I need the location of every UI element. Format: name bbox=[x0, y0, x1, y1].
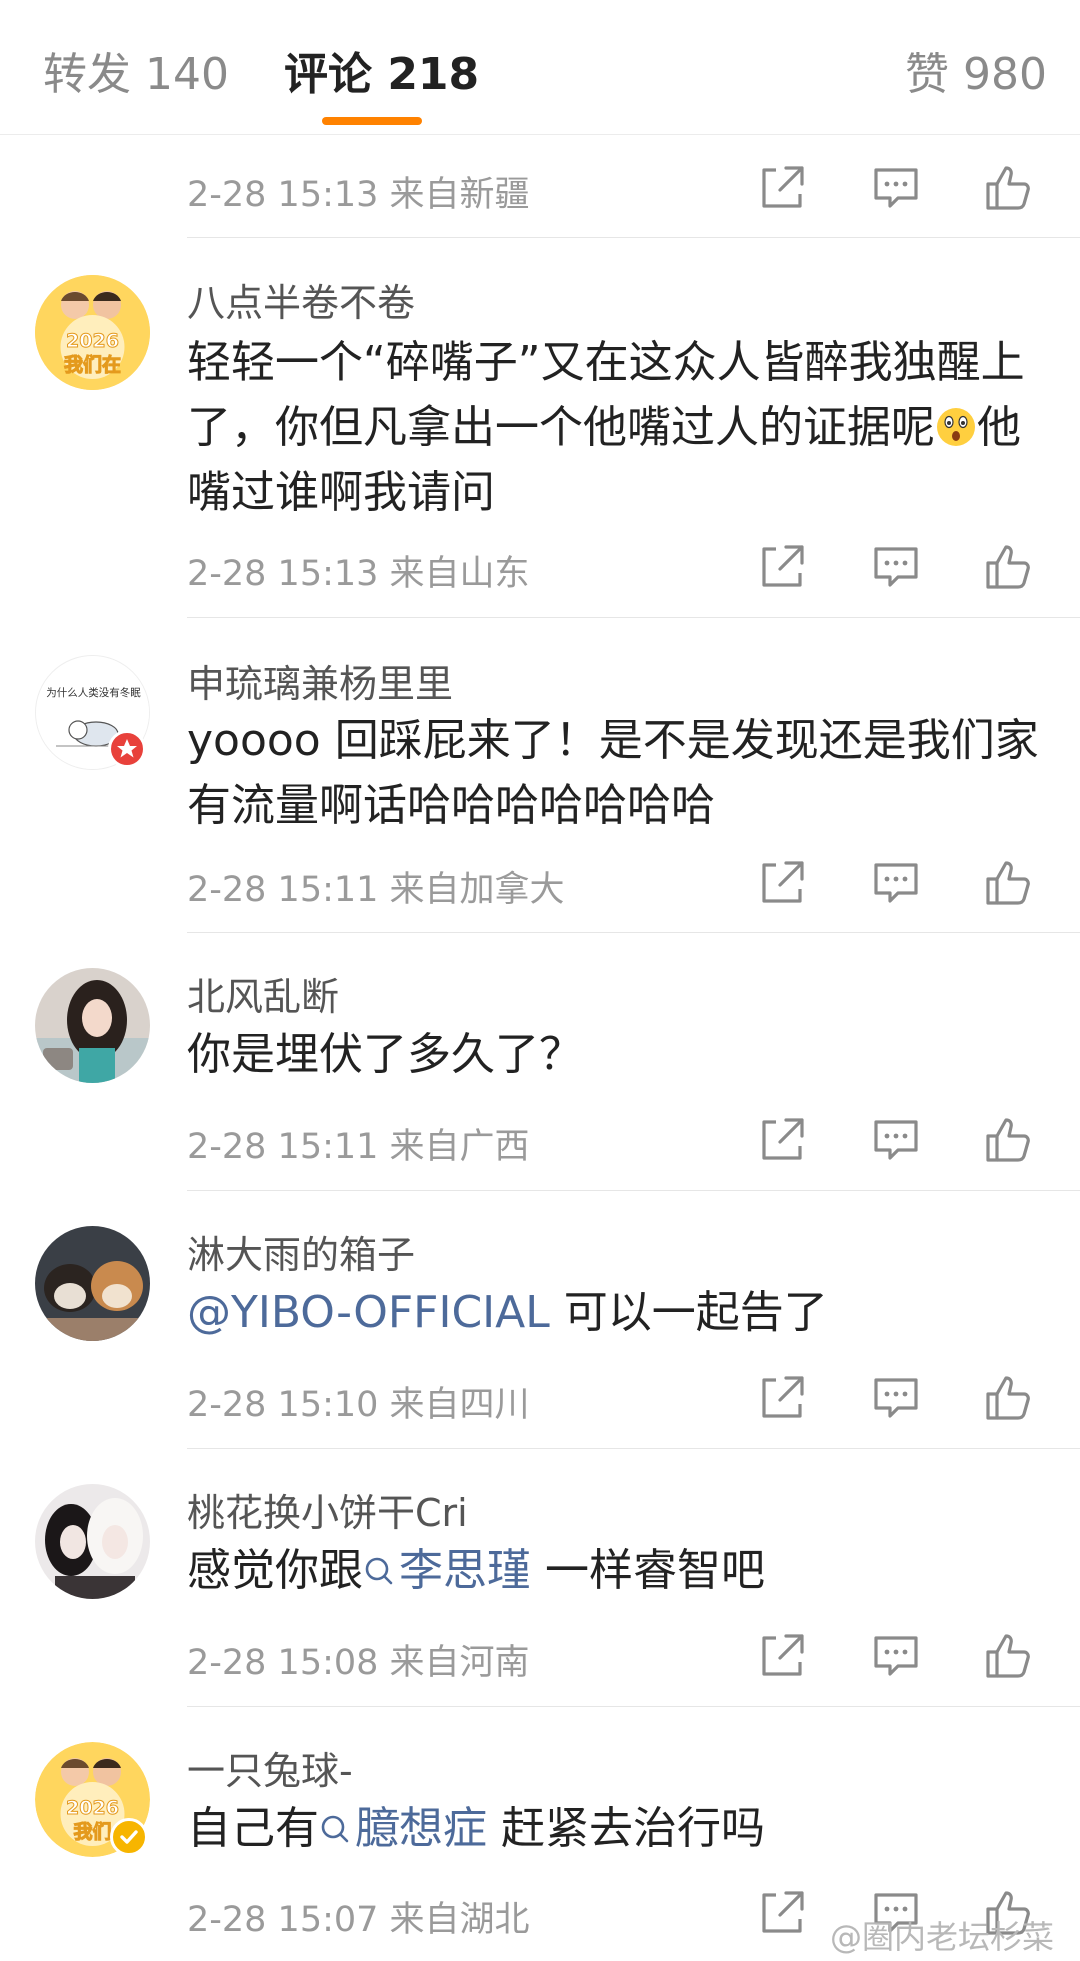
comment-meta-row: 2-28 15:13 来自山东 bbox=[0, 537, 1080, 597]
avatar-image: 2026 我们在 bbox=[35, 275, 150, 390]
comment-meta-row: 2-28 15:13 来自新疆 bbox=[0, 158, 1080, 218]
share-icon[interactable] bbox=[756, 857, 808, 909]
comment-icon[interactable] bbox=[870, 1114, 922, 1166]
comment-divider bbox=[187, 237, 1080, 238]
comment-tabs-bar: 转发 140 评论 218 赞 980 bbox=[0, 0, 1080, 135]
topic-link[interactable]: 臆想症 bbox=[319, 1803, 487, 1854]
comment-text-part: 一样睿智吧 bbox=[531, 1545, 765, 1596]
share-icon[interactable] bbox=[756, 1114, 808, 1166]
share-icon[interactable] bbox=[756, 162, 808, 214]
comment-icon[interactable] bbox=[870, 857, 922, 909]
watermark: @圈内老坛杉菜 bbox=[830, 1918, 1055, 1956]
comment-timestamp-location: 2-28 15:08 来自河南 bbox=[187, 1643, 530, 1683]
share-icon[interactable] bbox=[756, 541, 808, 593]
comment-text-part: 赶紧去治行吗 bbox=[487, 1803, 765, 1854]
comment-text-part: 自己有 bbox=[187, 1803, 319, 1854]
share-icon[interactable] bbox=[756, 1372, 808, 1424]
topic-label: 李思瑾 bbox=[399, 1545, 531, 1596]
tab-repost[interactable]: 转发 140 bbox=[43, 38, 229, 102]
topic-label: 臆想症 bbox=[355, 1803, 487, 1854]
thumbs-up-icon[interactable] bbox=[982, 1630, 1034, 1682]
comment-meta-row: 2-28 15:10 来自四川 bbox=[0, 1368, 1080, 1428]
comment-meta-row: 2-28 15:08 来自河南 bbox=[0, 1626, 1080, 1686]
comment-timestamp-location: 2-28 15:13 来自山东 bbox=[187, 554, 530, 594]
avatar-text: 我们 bbox=[73, 1820, 111, 1843]
comment-divider bbox=[187, 1190, 1080, 1191]
comment-timestamp-location: 2-28 15:13 来自新疆 bbox=[187, 175, 530, 215]
comment-text: @YIBO-OFFICIAL 可以一起告了 bbox=[187, 1280, 1057, 1345]
comment-icon[interactable] bbox=[870, 1630, 922, 1682]
comment-timestamp-location: 2-28 15:07 来自湖北 bbox=[187, 1900, 530, 1940]
comment-timestamp-location: 2-28 15:10 来自四川 bbox=[187, 1385, 530, 1425]
topic-link[interactable]: 李思瑾 bbox=[363, 1545, 531, 1596]
thumbs-up-icon[interactable] bbox=[982, 857, 1034, 909]
comment-timestamp-location: 2-28 15:11 来自广西 bbox=[187, 1127, 530, 1167]
comment-username[interactable]: 申琉璃兼杨里里 bbox=[187, 653, 453, 708]
thumbs-up-icon[interactable] bbox=[982, 162, 1034, 214]
avatar-text: 2026 bbox=[66, 1797, 119, 1819]
verified-badge-icon bbox=[108, 730, 146, 768]
avatar[interactable] bbox=[35, 1484, 150, 1599]
verified-badge-icon bbox=[110, 1818, 148, 1856]
thumbs-up-icon[interactable] bbox=[982, 1372, 1034, 1424]
search-icon bbox=[365, 1557, 393, 1585]
comment-divider bbox=[187, 932, 1080, 933]
avatar[interactable] bbox=[35, 1226, 150, 1341]
avatar-text: 为什么人类没有冬眠 bbox=[46, 686, 141, 699]
comment-text: 轻轻一个“碎嘴子”又在这众人皆醉我独醒上了，你但凡拿出一个他嘴过人的证据呢 他嘴过… bbox=[187, 330, 1057, 525]
comment-text: yoooo 回踩屁来了！是不是发现还是我们家有流量啊话哈哈哈哈哈哈哈 bbox=[187, 715, 1039, 831]
comment-divider bbox=[187, 617, 1080, 618]
avatar-text: 我们在 bbox=[64, 353, 121, 376]
comment-text-part: 可以一起告了 bbox=[549, 1287, 828, 1338]
comment-text: 感觉你跟 李思瑾 一样睿智吧 bbox=[187, 1538, 1057, 1603]
comment-text: 你是埋伏了多久了？ bbox=[187, 1029, 583, 1080]
thumbs-up-icon[interactable] bbox=[982, 541, 1034, 593]
avatar-image bbox=[35, 1484, 150, 1599]
tab-likes[interactable]: 赞 980 bbox=[905, 38, 1047, 102]
search-icon bbox=[321, 1815, 349, 1843]
comment-timestamp-location: 2-28 15:11 来自加拿大 bbox=[187, 870, 565, 910]
comment-username[interactable]: 一只兔球- bbox=[187, 1740, 353, 1795]
user-mention-link[interactable]: @YIBO-OFFICIAL bbox=[187, 1287, 550, 1338]
comment-text-part: 感觉你跟 bbox=[187, 1545, 363, 1596]
avatar[interactable] bbox=[35, 968, 150, 1083]
comment-icon[interactable] bbox=[870, 1372, 922, 1424]
surprised-emoji-icon bbox=[937, 408, 975, 446]
share-icon[interactable] bbox=[756, 1630, 808, 1682]
comment-text-part: 轻轻一个“碎嘴子”又在这众人皆醉我独醒上了，你但凡拿出一个他嘴过人的证据呢 bbox=[187, 337, 1025, 453]
active-tab-indicator bbox=[322, 117, 422, 125]
avatar-image bbox=[35, 1226, 150, 1341]
avatar-image bbox=[35, 968, 150, 1083]
avatar-text: 2026 bbox=[66, 330, 119, 352]
comment-meta-row: 2-28 15:11 来自加拿大 bbox=[0, 853, 1080, 913]
comment-divider bbox=[187, 1448, 1080, 1449]
thumbs-up-icon[interactable] bbox=[982, 1114, 1034, 1166]
comment-text: 自己有 臆想症 赶紧去治行吗 bbox=[187, 1796, 1057, 1861]
comment-username[interactable]: 八点半卷不卷 bbox=[187, 272, 415, 327]
comment-icon[interactable] bbox=[870, 162, 922, 214]
comment-meta-row: 2-28 15:11 来自广西 bbox=[0, 1110, 1080, 1170]
tab-comments[interactable]: 评论 218 bbox=[284, 38, 479, 102]
comment-divider bbox=[187, 1706, 1080, 1707]
comment-username[interactable]: 北风乱断 bbox=[187, 966, 339, 1021]
comment-username[interactable]: 桃花换小饼干Cri bbox=[187, 1482, 468, 1537]
comment-username[interactable]: 淋大雨的箱子 bbox=[187, 1224, 415, 1279]
comment-icon[interactable] bbox=[870, 541, 922, 593]
share-icon[interactable] bbox=[756, 1887, 808, 1939]
avatar[interactable]: 2026 我们在 bbox=[35, 275, 150, 390]
